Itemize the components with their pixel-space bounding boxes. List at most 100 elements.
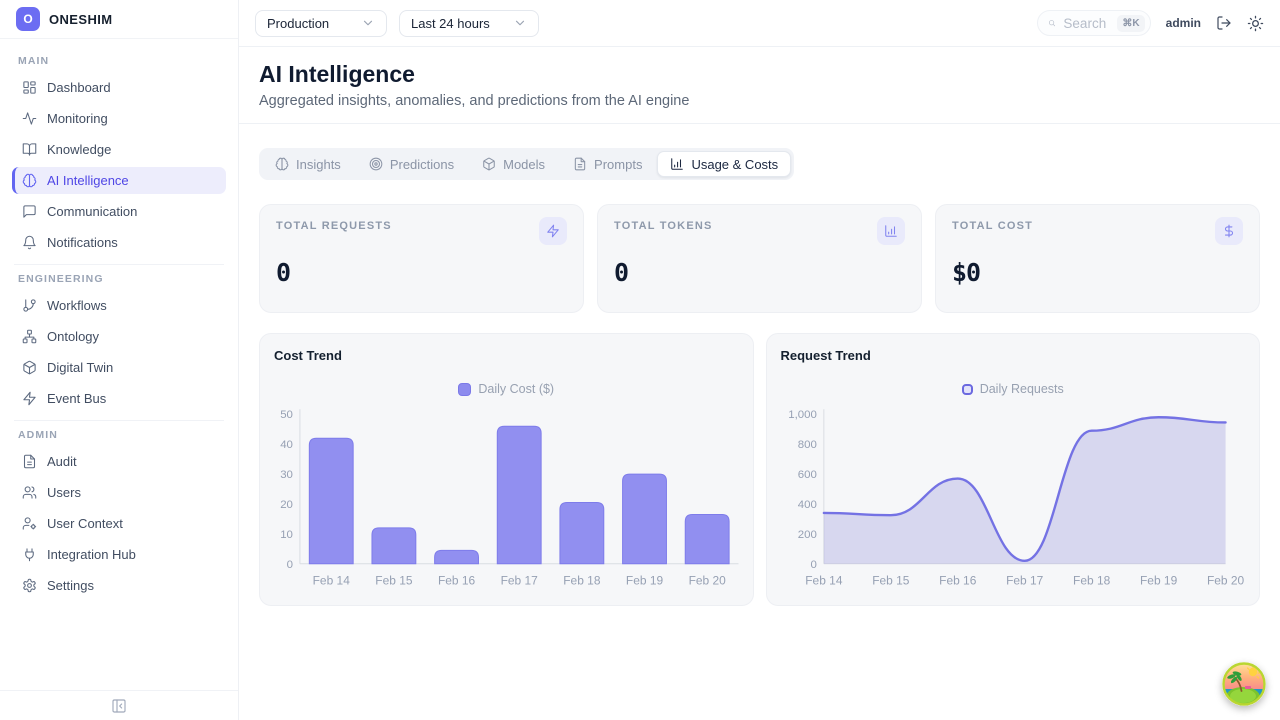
dollar-icon xyxy=(1215,217,1243,245)
svg-text:Feb 18: Feb 18 xyxy=(563,574,601,588)
stat-card-total-tokens: TOTAL TOKENS 0 xyxy=(597,204,922,313)
sidebar-nav: MAIN Dashboard Monitoring Knowledge AI I… xyxy=(0,39,238,690)
chart-title: Cost Trend xyxy=(274,348,739,363)
sidebar-item-monitoring[interactable]: Monitoring xyxy=(12,105,226,132)
svg-text:400: 400 xyxy=(797,499,816,511)
svg-text:Feb 16: Feb 16 xyxy=(939,574,977,588)
chart-legend: Daily Cost ($) xyxy=(274,381,739,397)
sidebar-item-ontology[interactable]: Ontology xyxy=(12,323,226,350)
gear-icon xyxy=(22,578,37,593)
plug-icon xyxy=(22,547,37,562)
sidebar-item-integration-hub[interactable]: Integration Hub xyxy=(12,541,226,568)
zap-icon xyxy=(22,391,37,406)
sidebar-item-digital-twin[interactable]: Digital Twin xyxy=(12,354,226,381)
charts-row: Cost Trend Daily Cost ($) 01020304050Feb… xyxy=(259,333,1260,606)
chevron-down-icon xyxy=(513,16,527,30)
tab-label: Prompts xyxy=(594,157,642,172)
chart-column-icon xyxy=(877,217,905,245)
stat-value: 0 xyxy=(276,258,567,287)
sidebar-item-label: Monitoring xyxy=(47,111,108,126)
cost-trend-bar-chart[interactable]: 01020304050Feb 14Feb 15Feb 16Feb 17Feb 1… xyxy=(274,401,739,593)
sidebar-item-users[interactable]: Users xyxy=(12,479,226,506)
target-icon xyxy=(369,157,383,171)
sidebar: O ONESHIM MAIN Dashboard Monitoring Know… xyxy=(0,0,239,720)
environment-select-value: Production xyxy=(267,16,329,31)
sidebar-item-notifications[interactable]: Notifications xyxy=(12,229,226,256)
stat-card-total-requests: TOTAL REQUESTS 0 xyxy=(259,204,584,313)
sidebar-collapse-button[interactable] xyxy=(111,698,127,714)
stat-value: 0 xyxy=(614,258,905,287)
divider xyxy=(14,420,224,421)
legend-label: Daily Cost ($) xyxy=(478,382,554,396)
sidebar-item-ai-intelligence[interactable]: AI Intelligence xyxy=(12,167,226,194)
cube-icon xyxy=(22,360,37,375)
sidebar-item-dashboard[interactable]: Dashboard xyxy=(12,74,226,101)
tab-label: Usage & Costs xyxy=(691,157,778,172)
username-label: admin xyxy=(1166,16,1201,30)
topbar: Production Last 24 hours ⌘K admin xyxy=(239,0,1280,47)
sidebar-item-label: Communication xyxy=(47,204,137,219)
main-area: Production Last 24 hours ⌘K admin AI Int… xyxy=(239,0,1280,720)
tab-prompts[interactable]: Prompts xyxy=(560,151,655,177)
file-text-icon xyxy=(22,454,37,469)
tab-usage-costs[interactable]: Usage & Costs xyxy=(657,151,791,177)
page-header: AI Intelligence Aggregated insights, ano… xyxy=(239,47,1280,124)
svg-text:30: 30 xyxy=(280,469,293,481)
sidebar-item-label: Integration Hub xyxy=(47,547,136,562)
environment-select[interactable]: Production xyxy=(255,10,387,37)
sidebar-item-label: Event Bus xyxy=(47,391,106,406)
tab-models[interactable]: Models xyxy=(469,151,558,177)
search-input[interactable] xyxy=(1061,15,1111,32)
svg-text:0: 0 xyxy=(810,559,816,571)
request-trend-area-chart[interactable]: 02004006008001,000Feb 14Feb 15Feb 16Feb … xyxy=(781,401,1246,593)
stat-label: TOTAL TOKENS xyxy=(614,220,713,232)
chart-title: Request Trend xyxy=(781,348,1246,363)
svg-text:Feb 17: Feb 17 xyxy=(1006,574,1044,588)
theme-toggle-button[interactable] xyxy=(1247,15,1264,32)
sidebar-item-event-bus[interactable]: Event Bus xyxy=(12,385,226,412)
sidebar-item-workflows[interactable]: Workflows xyxy=(12,292,226,319)
request-trend-chart-card: Request Trend Daily Requests 02004006008… xyxy=(766,333,1261,606)
tab-insights[interactable]: Insights xyxy=(262,151,354,177)
sidebar-item-label: Users xyxy=(47,485,81,500)
sidebar-item-settings[interactable]: Settings xyxy=(12,572,226,599)
sidebar-item-audit[interactable]: Audit xyxy=(12,448,226,475)
search-shortcut-badge: ⌘K xyxy=(1117,15,1144,32)
sidebar-item-user-context[interactable]: User Context xyxy=(12,510,226,537)
stat-label: TOTAL REQUESTS xyxy=(276,220,392,232)
user-gear-icon xyxy=(22,516,37,531)
svg-text:10: 10 xyxy=(280,529,293,541)
tab-predictions[interactable]: Predictions xyxy=(356,151,467,177)
sidebar-item-label: Notifications xyxy=(47,235,118,250)
tab-label: Models xyxy=(503,157,545,172)
users-icon xyxy=(22,485,37,500)
time-range-select[interactable]: Last 24 hours xyxy=(399,10,539,37)
sidebar-item-label: User Context xyxy=(47,516,123,531)
brain-icon xyxy=(275,157,289,171)
svg-text:Feb 18: Feb 18 xyxy=(1073,574,1111,588)
time-range-select-value: Last 24 hours xyxy=(411,16,490,31)
tropical-island-icon xyxy=(1222,662,1266,706)
cost-trend-chart-card: Cost Trend Daily Cost ($) 01020304050Feb… xyxy=(259,333,754,606)
island-widget-button[interactable] xyxy=(1222,662,1266,706)
search-box[interactable]: ⌘K xyxy=(1037,10,1151,36)
divider xyxy=(14,264,224,265)
sidebar-item-knowledge[interactable]: Knowledge xyxy=(12,136,226,163)
sidebar-item-communication[interactable]: Communication xyxy=(12,198,226,225)
legend-label: Daily Requests xyxy=(980,382,1064,396)
svg-text:Feb 20: Feb 20 xyxy=(1206,574,1244,588)
svg-text:0: 0 xyxy=(287,559,293,571)
brand-name: ONESHIM xyxy=(49,12,112,27)
content: AI Intelligence Aggregated insights, ano… xyxy=(239,47,1280,720)
search-icon xyxy=(1048,16,1056,30)
sidebar-item-label: Settings xyxy=(47,578,94,593)
svg-text:Feb 17: Feb 17 xyxy=(501,574,539,588)
logout-button[interactable] xyxy=(1216,15,1232,31)
stats-row: TOTAL REQUESTS 0 TOTAL TOKENS 0 xyxy=(259,204,1260,313)
cube-icon xyxy=(482,157,496,171)
dashboard-icon xyxy=(22,80,37,95)
book-open-icon xyxy=(22,142,37,157)
sidebar-item-label: Workflows xyxy=(47,298,107,313)
svg-text:50: 50 xyxy=(280,409,293,421)
svg-text:Feb 19: Feb 19 xyxy=(1140,574,1178,588)
